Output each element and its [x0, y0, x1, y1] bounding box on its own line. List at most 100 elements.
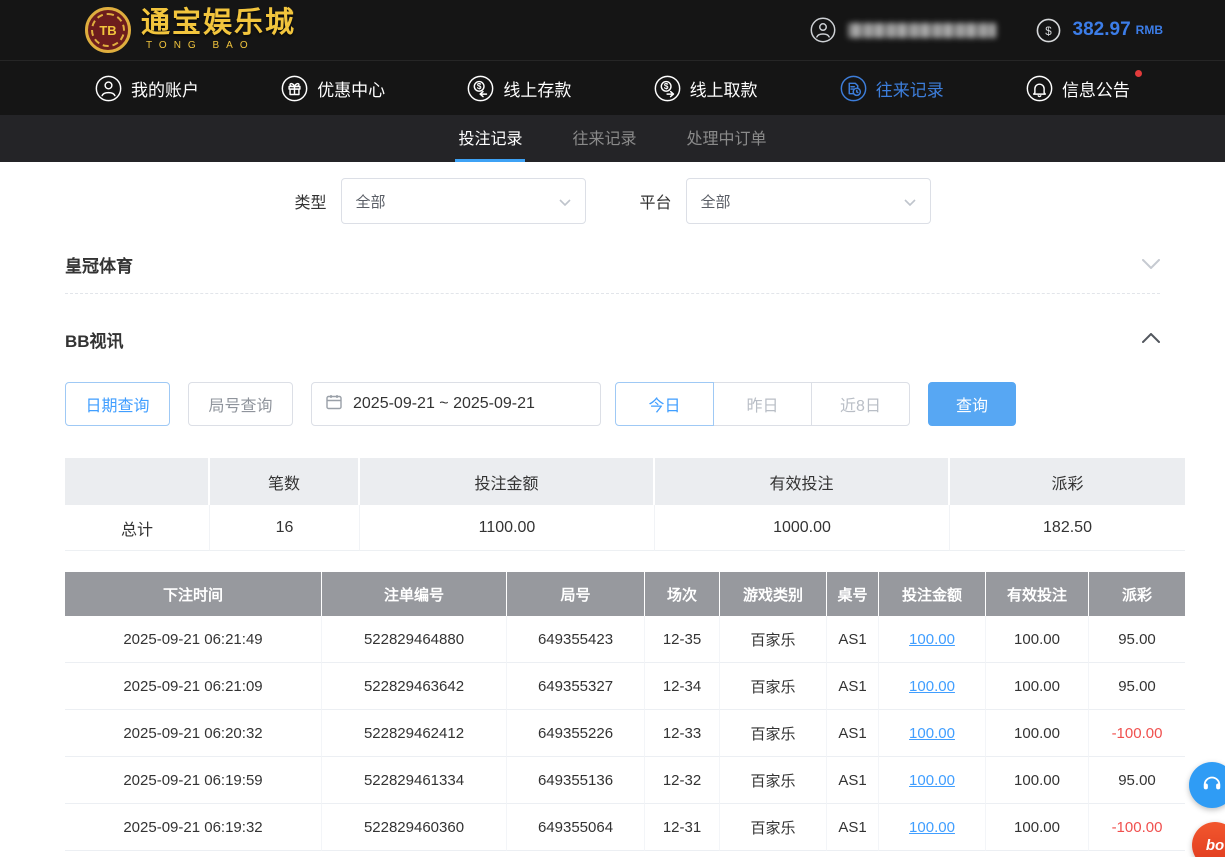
last-8-days-button[interactable]: 近8日 — [811, 382, 910, 426]
logo-title: 通宝娱乐城 — [141, 7, 297, 39]
session-cell: 12-33 — [645, 710, 720, 757]
svg-text:$: $ — [1045, 24, 1052, 37]
column-header: 投注金额 — [879, 572, 986, 616]
tab-bet-records[interactable]: 投注记录 — [455, 115, 526, 162]
gift-icon — [281, 75, 308, 102]
chevron-down-icon[interactable] — [1142, 256, 1160, 274]
logo-chip-icon: TB — [85, 7, 131, 53]
date-range-value: 2025-09-21 ~ 2025-09-21 — [353, 395, 535, 412]
bet-amount-link[interactable]: 100.00 — [909, 631, 955, 648]
nav-item-withdraw[interactable]: $ 线上取款 — [654, 75, 758, 102]
bet-no-cell: 522829464880 — [322, 616, 507, 663]
table-no-cell: AS1 — [827, 616, 879, 663]
round-query-button[interactable]: 局号查询 — [188, 382, 293, 426]
bet-time-cell: 2025-09-21 06:19:32 — [65, 804, 322, 851]
game-type-cell: 百家乐 — [720, 757, 827, 804]
column-header: 有效投注 — [986, 572, 1089, 616]
valid-bet-cell: 100.00 — [986, 804, 1089, 851]
round-no-cell: 649355327 — [507, 663, 645, 710]
round-no-cell: 649355064 — [507, 804, 645, 851]
records-icon — [840, 75, 867, 102]
bet-no-cell: 522829461334 — [322, 757, 507, 804]
page: TB 通宝娱乐城 TONG BAO $ 382.97 RMB 我的账户 优惠中心… — [0, 0, 1225, 857]
search-button[interactable]: 查询 — [928, 382, 1016, 426]
column-header: 下注时间 — [65, 572, 322, 616]
summary-header: 派彩 — [950, 458, 1185, 505]
payout-value: 95.00 — [1089, 757, 1185, 804]
nav-item-my-account[interactable]: 我的账户 — [95, 75, 199, 102]
account-icon — [95, 75, 122, 102]
bet-time-cell: 2025-09-21 06:21:09 — [65, 663, 322, 710]
user-icon — [810, 17, 836, 43]
payout-value: 95.00 — [1089, 616, 1185, 663]
bet-no-cell: 522829462412 — [322, 710, 507, 757]
column-header: 派彩 — [1089, 572, 1185, 616]
game-type-cell: 百家乐 — [720, 616, 827, 663]
valid-bet-cell: 100.00 — [986, 616, 1089, 663]
summary-bet-amount: 1100.00 — [360, 505, 655, 551]
summary-table: 笔数 投注金额 有效投注 派彩 总计 16 1100.00 1000.00 18… — [65, 458, 1185, 551]
nav-label: 往来记录 — [875, 80, 944, 100]
bet-amount-cell: 100.00 — [879, 663, 986, 710]
nav-label: 线上存款 — [503, 80, 572, 100]
nav-item-promotions[interactable]: 优惠中心 — [281, 75, 385, 102]
calendar-icon — [325, 393, 343, 416]
tab-pending-orders[interactable]: 处理中订单 — [684, 115, 770, 162]
site-logo[interactable]: TB 通宝娱乐城 TONG BAO — [85, 7, 296, 53]
session-cell: 12-34 — [645, 663, 720, 710]
logo-subtitle: TONG BAO — [146, 40, 255, 51]
username-redacted[interactable] — [847, 22, 996, 38]
nav-item-transaction-records[interactable]: 往来记录 — [840, 75, 944, 102]
column-header: 局号 — [507, 572, 645, 616]
column-header: 注单编号 — [322, 572, 507, 616]
section-title: 皇冠体育 — [65, 257, 133, 276]
payout-value: -100.00 — [1089, 710, 1185, 757]
bet-time-cell: 2025-09-21 06:21:49 — [65, 616, 322, 663]
chevron-up-icon[interactable] — [1142, 330, 1160, 348]
table-no-cell: AS1 — [827, 663, 879, 710]
today-button[interactable]: 今日 — [615, 382, 714, 426]
quick-range-group: 今日 昨日 近8日 — [615, 382, 910, 426]
bet-amount-cell: 100.00 — [879, 710, 986, 757]
section-bb-video[interactable]: BB视讯 — [65, 294, 1160, 374]
nav-label: 优惠中心 — [317, 80, 386, 100]
promo-float-label: bo — [1205, 836, 1225, 854]
yesterday-button[interactable]: 昨日 — [713, 382, 812, 426]
logo-text: 通宝娱乐城 TONG BAO — [141, 9, 296, 51]
summary-payout: 182.50 — [950, 505, 1185, 551]
bet-records-table: 下注时间 注单编号 局号 场次 游戏类别 桌号 投注金额 有效投注 派彩 202… — [65, 572, 1185, 851]
type-select[interactable]: 全部 — [340, 178, 586, 224]
withdraw-icon: $ — [654, 75, 681, 102]
session-cell: 12-32 — [645, 757, 720, 804]
session-cell: 12-35 — [645, 616, 720, 663]
tab-transaction-records[interactable]: 往来记录 — [569, 115, 639, 162]
summary-total-label: 总计 — [65, 505, 210, 551]
bet-amount-cell: 100.00 — [879, 757, 986, 804]
round-no-cell: 649355136 — [507, 757, 645, 804]
type-filter-label: 类型 — [294, 195, 327, 212]
chevron-down-icon — [558, 193, 571, 210]
nav-item-deposit[interactable]: $ 线上存款 — [467, 75, 571, 102]
nav-label: 信息公告 — [1061, 80, 1130, 100]
account-summary: $ 382.97 RMB — [810, 17, 1163, 43]
query-controls: 日期查询 局号查询 2025-09-21 ~ 2025-09-21 今日 昨日 … — [65, 382, 1160, 426]
table-no-cell: AS1 — [827, 757, 879, 804]
platform-select[interactable]: 全部 — [685, 178, 931, 224]
logo-chip-label: TB — [99, 22, 117, 38]
summary-header: 笔数 — [210, 458, 360, 505]
bet-amount-link[interactable]: 100.00 — [909, 678, 955, 695]
round-no-cell: 649355423 — [507, 616, 645, 663]
section-crown-sports[interactable]: 皇冠体育 — [65, 236, 1160, 294]
section-title: BB视讯 — [65, 331, 124, 351]
bet-amount-link[interactable]: 100.00 — [909, 819, 955, 836]
bet-amount-link[interactable]: 100.00 — [909, 772, 955, 789]
bet-time-cell: 2025-09-21 06:20:32 — [65, 710, 322, 757]
nav-item-announcements[interactable]: 信息公告 — [1026, 69, 1142, 102]
deposit-icon: $ — [467, 75, 494, 102]
summary-valid-bet: 1000.00 — [655, 505, 950, 551]
bet-no-cell: 522829460360 — [322, 804, 507, 851]
date-range-input[interactable]: 2025-09-21 ~ 2025-09-21 — [311, 382, 601, 426]
bet-amount-link[interactable]: 100.00 — [909, 725, 955, 742]
summary-corner-cell — [65, 458, 210, 505]
date-query-button[interactable]: 日期查询 — [65, 382, 170, 426]
